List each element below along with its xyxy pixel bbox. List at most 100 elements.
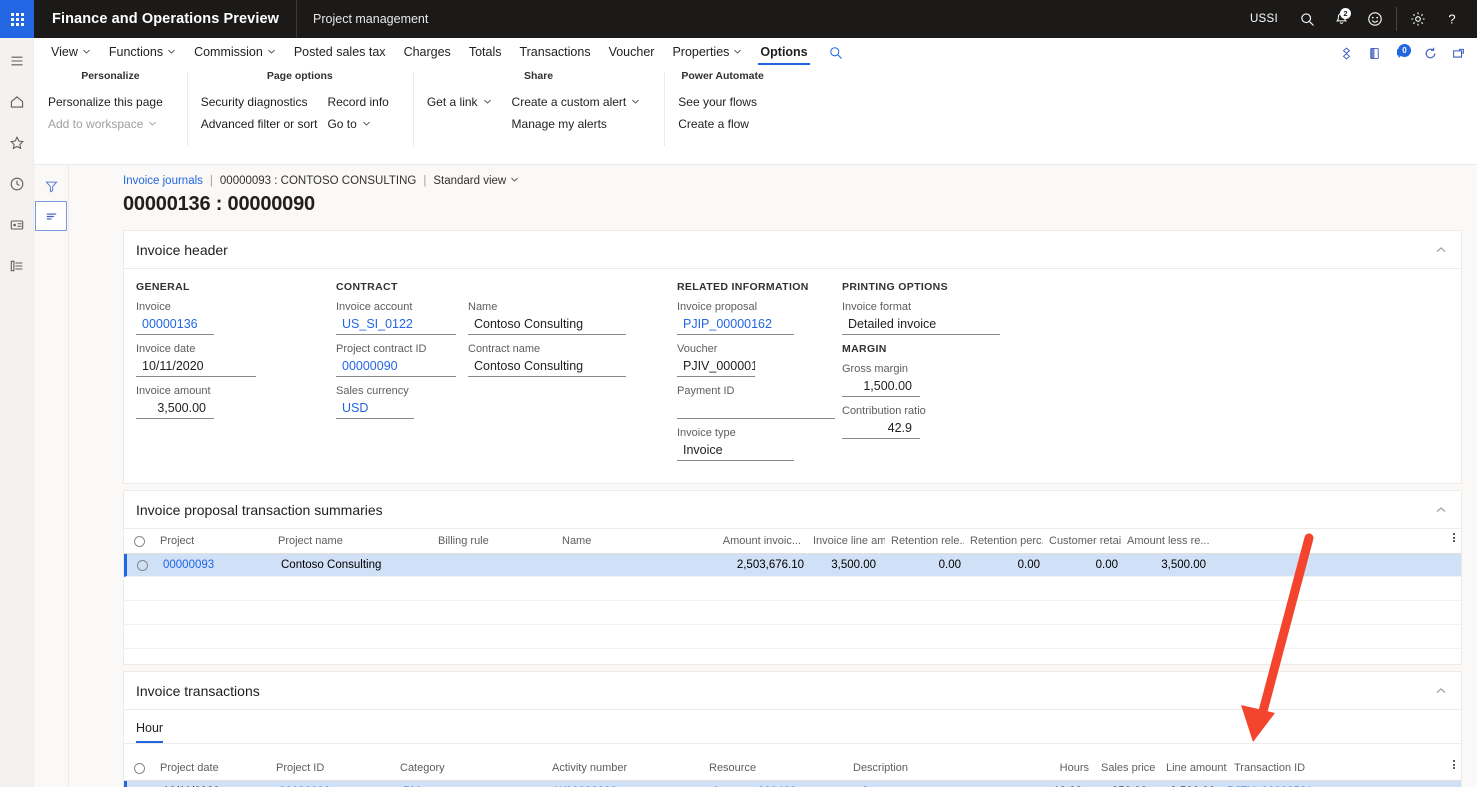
field-value[interactable]: Detailed invoice [842,315,1000,335]
chevron-up-icon[interactable] [1435,244,1447,256]
invoice-transactions-card-header[interactable]: Invoice transactions [124,672,1461,710]
column-header-project-name[interactable]: Project name [272,535,432,547]
tab-totals[interactable]: Totals [460,45,511,65]
ribbon-item-add-to-workspace[interactable]: Add to workspace [48,113,173,135]
field-value[interactable]: 00000136 [136,315,214,335]
popout-window-icon[interactable] [1445,41,1471,65]
help-icon[interactable]: ? [1435,0,1469,38]
breadcrumb-link-invoice-journals[interactable]: Invoice journals [123,175,203,187]
home-icon[interactable] [0,87,34,117]
column-header-activity-number[interactable]: Activity number [546,762,703,774]
page-options-icon[interactable] [1361,41,1387,65]
tab-voucher[interactable]: Voucher [600,45,664,65]
invoice-header-card-header[interactable]: Invoice header [124,231,1461,269]
field-value[interactable]: 3,500.00 [136,399,214,419]
field-value[interactable]: 42.9 [842,419,920,439]
select-all-cell[interactable] [124,762,154,774]
select-all-radio-icon[interactable] [133,535,145,547]
tab-transactions[interactable]: Transactions [510,45,599,65]
column-header-retention-released[interactable]: Retention rele... [885,535,964,547]
filter-icon[interactable] [35,171,67,201]
field-value[interactable]: PJIP_00000162 [677,315,794,335]
recent-clock-icon[interactable] [0,169,34,199]
company-label[interactable]: USSI [1238,13,1290,25]
attachments-icon[interactable] [1333,41,1359,65]
chevron-up-icon[interactable] [1435,504,1447,516]
field-value[interactable]: US_SI_0122 [336,315,456,335]
column-header-name[interactable]: Name [556,535,701,547]
workspaces-icon[interactable] [0,210,34,240]
list-lines-icon[interactable] [35,201,67,231]
feedback-smiley-icon[interactable] [1358,0,1392,38]
field-value[interactable]: Contoso Consulting [468,357,626,377]
field-value[interactable]: USD [336,399,414,419]
view-selector[interactable]: Standard view [433,175,519,187]
field-value[interactable]: Contoso Consulting [468,315,626,335]
table-row[interactable]: 10/11/2020 00000093 PM W00002390 Aaron .… [124,781,1461,787]
chevron-down-icon [631,93,640,111]
select-all-radio-icon[interactable] [133,762,145,774]
column-header-resource[interactable]: Resource [703,762,847,774]
tab-commission[interactable]: Commission [185,45,285,65]
ribbon-item-create-a-flow[interactable]: Create a flow [678,113,767,135]
field-value[interactable]: 00000090 [336,357,456,377]
ribbon-item-security-diagnostics[interactable]: Security diagnostics [201,91,328,113]
tab-charges[interactable]: Charges [395,45,460,65]
column-header-description[interactable]: Description [847,762,1033,774]
module-name[interactable]: Project management [297,12,444,26]
ribbon-item-go-to[interactable]: Go to [327,113,398,135]
proposal-summaries-card-header[interactable]: Invoice proposal transaction summaries [124,491,1461,529]
tab-functions[interactable]: Functions [100,45,185,65]
column-header-project[interactable]: Project [154,535,272,547]
field-value[interactable]: 10/11/2020 [136,357,256,377]
modules-list-icon[interactable] [0,251,34,281]
column-header-line-amount[interactable]: Line amount [1160,762,1228,774]
cell-retention-released: 0.00 [938,559,961,571]
row-select-radio-icon[interactable] [136,559,148,571]
messages-icon[interactable]: 0 [1389,41,1415,65]
column-header-retention-percent[interactable]: Retention perc... [964,535,1043,547]
hamburger-icon[interactable] [0,46,34,76]
ribbon-item-create-a-custom-alert[interactable]: Create a custom alert [512,91,651,113]
ribbon-search-icon[interactable] [817,46,853,65]
column-header-category[interactable]: Category [394,762,546,774]
chevron-up-icon[interactable] [1435,685,1447,697]
grid-options-kebab-icon[interactable] [1453,760,1455,769]
column-header-amount-invoiced[interactable]: Amount invoic... [701,535,807,547]
grid-options-kebab-icon[interactable] [1453,533,1455,542]
column-header-project-date[interactable]: Project date [154,762,270,774]
refresh-icon[interactable] [1417,41,1443,65]
column-header-amount-less-retention[interactable]: Amount less re... [1121,535,1213,547]
column-header-project-id[interactable]: Project ID [270,762,394,774]
notifications-icon[interactable]: 2 [1324,0,1358,38]
ribbon-item-advanced-filter-or-sort[interactable]: Advanced filter or sort [201,113,328,135]
column-header-hours[interactable]: Hours [1033,762,1095,774]
column-header-invoice-line-amount[interactable]: Invoice line am... [807,535,885,547]
field-value[interactable]: PJIV_00000136 [677,357,755,377]
column-header-transaction-id[interactable]: Transaction ID [1228,762,1328,774]
tab-hour[interactable]: Hour [136,721,164,743]
ribbon-item-personalize-this-page[interactable]: Personalize this page [48,91,173,113]
ribbon-item-record-info[interactable]: Record info [327,91,398,113]
field-value[interactable]: Invoice [677,441,794,461]
tab-view[interactable]: View [42,45,100,65]
ribbon-item-label: Go to [327,117,357,131]
ribbon-item-see-your-flows[interactable]: See your flows [678,91,767,113]
waffle-icon[interactable] [0,0,34,38]
column-header-billing-rule[interactable]: Billing rule [432,535,556,547]
row-select-cell[interactable] [127,559,157,571]
ribbon-item-manage-my-alerts[interactable]: Manage my alerts [512,113,651,135]
ribbon-item-get-a-link[interactable]: Get a link [427,91,502,113]
tab-options[interactable]: Options [751,45,816,65]
settings-gear-icon[interactable] [1401,0,1435,38]
tab-properties[interactable]: Properties [663,45,751,65]
table-row[interactable]: 00000093 Contoso Consulting 2,503,676.10… [124,554,1461,577]
column-header-customer-retainage[interactable]: Customer retai... [1043,535,1121,547]
tab-posted-sales-tax[interactable]: Posted sales tax [285,45,395,65]
select-all-cell[interactable] [124,535,154,547]
column-header-sales-price[interactable]: Sales price [1095,762,1160,774]
search-icon[interactable] [1290,0,1324,38]
favorites-star-icon[interactable] [0,128,34,158]
field-value[interactable]: 1,500.00 [842,377,920,397]
cell-project[interactable]: 00000093 [157,559,275,571]
